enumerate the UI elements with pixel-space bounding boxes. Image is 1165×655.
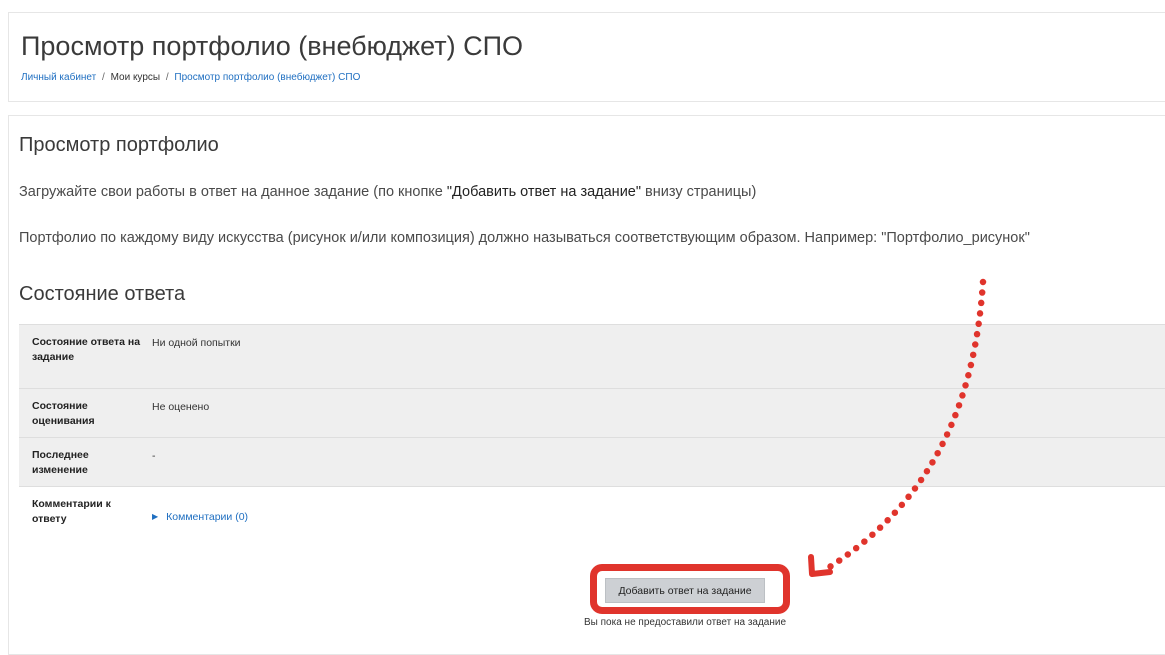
comments-cell: ▶ Комментарии (0) bbox=[144, 487, 1165, 549]
submission-status-heading: Состояние ответа bbox=[19, 283, 186, 305]
row-label: Последнее изменение bbox=[32, 449, 89, 476]
table-row: Состояние оценивания Не оценено bbox=[19, 388, 1165, 438]
table-row: Последнее изменение - bbox=[19, 437, 1165, 487]
intro-suffix: внизу страницы) bbox=[641, 184, 757, 200]
intro-prefix: Загружайте свои работы в ответ на данное… bbox=[19, 184, 447, 200]
submission-status-value: Ни одной попытки bbox=[152, 337, 241, 349]
breadcrumb-item-dashboard[interactable]: Личный кабинет bbox=[21, 72, 96, 83]
breadcrumb-separator: / bbox=[165, 72, 169, 83]
last-modified-value: - bbox=[152, 450, 156, 462]
breadcrumb-separator: / bbox=[102, 72, 105, 83]
comments-toggle[interactable]: ▶ Комментарии (0) bbox=[152, 511, 248, 523]
caret-right-icon: ▶ bbox=[152, 512, 159, 521]
assignment-intro: Загружайте свои работы в ответ на данное… bbox=[19, 184, 756, 200]
comments-label: Комментарии (0) bbox=[166, 511, 249, 523]
main-content: Просмотр портфолио Загружайте свои работ… bbox=[8, 115, 1165, 655]
grading-status-value: Не оценено bbox=[152, 401, 210, 413]
add-submission-button[interactable]: Добавить ответ на задание bbox=[605, 578, 765, 603]
row-label: Комментарии к ответу bbox=[32, 498, 111, 525]
table-row: Комментарии к ответу ▶ Комментарии (0) bbox=[19, 486, 1165, 549]
table-row: Состояние ответа на задание Ни одной поп… bbox=[19, 324, 1165, 389]
breadcrumb-item-course[interactable]: Просмотр портфолио (внебюджет) СПО bbox=[174, 72, 360, 83]
intro-highlight: "Добавить ответ на задание" bbox=[446, 184, 641, 200]
row-label: Состояние ответа на задание bbox=[32, 336, 141, 363]
breadcrumb-item-my-courses: Мои курсы bbox=[110, 72, 161, 83]
breadcrumb: Личный кабинет / Мои курсы / Просмотр по… bbox=[21, 72, 360, 83]
row-label: Состояние оценивания bbox=[32, 400, 95, 427]
assignment-heading: Просмотр портфолио bbox=[19, 134, 219, 156]
page-header: Просмотр портфолио (внебюджет) СПО Личны… bbox=[8, 12, 1165, 102]
submission-status-table: Состояние ответа на задание Ни одной поп… bbox=[19, 324, 1165, 549]
page-title: Просмотр портфолио (внебюджет) СПО bbox=[21, 31, 524, 61]
no-submission-note: Вы пока не предоставили ответ на задание bbox=[584, 617, 787, 628]
naming-note: Портфолио по каждому виду искусства (рис… bbox=[19, 230, 1030, 246]
